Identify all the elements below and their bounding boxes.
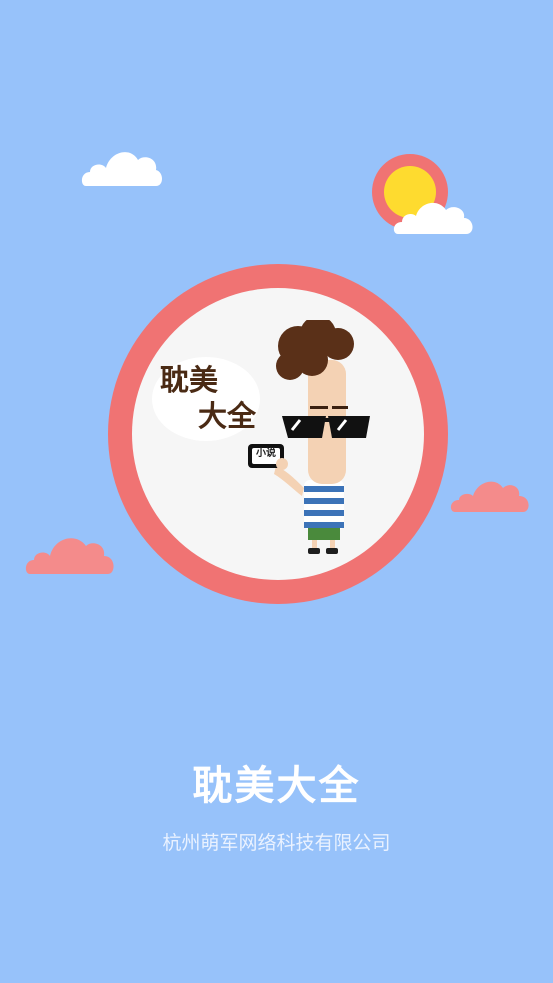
app-logo: 耽美 大全 小说 [108,264,448,604]
app-name: 耽美大全 [192,763,361,809]
white-cloud-icon [81,152,162,186]
splash-screen: 耽美 大全 小说 耽美大全 杭州萌军网络科技有限公司 [0,0,553,983]
pink-cloud-icon [450,481,529,512]
company-name: 杭州萌军网络科技有限公司 [162,832,391,854]
pink-cloud-icon [25,538,114,574]
phone-label: 小说 [256,448,276,459]
mascot-illustration [248,320,370,554]
sun-icon [372,154,473,234]
